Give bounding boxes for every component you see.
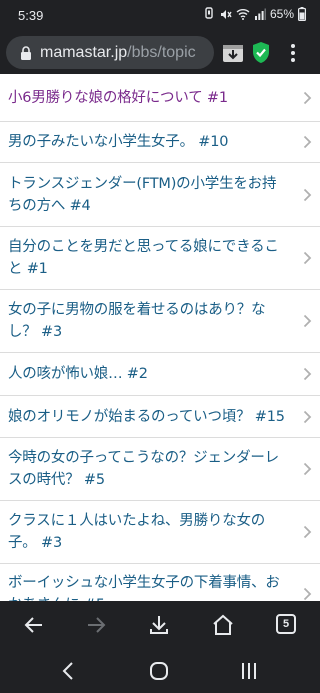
topic-title-link[interactable]: 今時の女の子ってこうなの？ジェンダーレスの時代？ #5 — [8, 447, 290, 491]
url-domain: mamastar.jp — [40, 43, 128, 61]
chevron-right-icon — [303, 91, 312, 104]
bottom-toolbar: 5 — [0, 601, 320, 649]
chevron-right-icon — [303, 587, 312, 600]
chevron-right-icon — [303, 367, 312, 381]
overflow-menu-icon[interactable] — [283, 42, 303, 64]
shield-check-icon[interactable] — [251, 41, 271, 64]
alarm-icon — [205, 7, 213, 19]
chevron-right-icon — [303, 462, 312, 476]
topic-list-item[interactable]: 小6男勝りな娘の格好について #1 — [0, 74, 320, 122]
topic-title-link[interactable]: 娘のオリモノが始まるのっていつ頃？ #15 — [8, 406, 285, 428]
status-icons: 65% — [203, 7, 306, 21]
wifi-icon — [236, 9, 250, 20]
address-bar[interactable]: mamastar.jp/bbs/topic — [6, 36, 214, 69]
topic-list-item[interactable]: ボーイッシュな小学生女子の下着事情、おかあさんに #5 — [0, 564, 320, 601]
tab-switcher-icon[interactable]: 5 — [276, 614, 296, 634]
system-navigation-bar — [0, 649, 320, 693]
status-bar: 5:39 65% — [0, 0, 320, 32]
topic-title-link[interactable]: 女の子に男物の服を着せるのはあり？なし？ #3 — [8, 299, 290, 343]
download-icon[interactable] — [147, 613, 171, 637]
topic-list-item[interactable]: トランスジェンダー(FTM)の小学生をお持ちの方へ #4 — [0, 163, 320, 227]
arrow-right-icon[interactable] — [84, 613, 108, 637]
topic-title-link[interactable]: トランスジェンダー(FTM)の小学生をお持ちの方へ #4 — [8, 173, 290, 217]
arrow-left-icon[interactable] — [22, 613, 46, 637]
topic-title-link[interactable]: 自分のことを男だと思ってる娘にできること #1 — [8, 236, 290, 280]
topic-title-link[interactable]: 男の子みたいな小学生女子。 #10 — [8, 131, 229, 153]
topic-list-item[interactable]: クラスに１人はいたよね、男勝りな女の子。 #3 — [0, 501, 320, 564]
battery-icon — [298, 7, 306, 21]
mute-icon — [220, 9, 232, 19]
chevron-right-icon — [303, 135, 312, 149]
chevron-right-icon — [303, 525, 312, 539]
topic-list-item[interactable]: 今時の女の子ってこうなの？ジェンダーレスの時代？ #5 — [0, 438, 320, 501]
status-time: 5:39 — [18, 8, 44, 23]
system-home-icon[interactable] — [149, 661, 169, 681]
signal-icon — [254, 8, 266, 20]
topic-title-link[interactable]: ボーイッシュな小学生女子の下着事情、おかあさんに #5 — [8, 572, 290, 602]
lock-icon[interactable] — [20, 45, 32, 60]
topic-title-link[interactable]: クラスに１人はいたよね、男勝りな女の子。 #3 — [8, 510, 290, 554]
chevron-right-icon — [303, 410, 312, 423]
home-icon[interactable] — [211, 613, 235, 637]
topic-list-item[interactable]: 女の子に男物の服を着せるのはあり？なし？ #3 — [0, 290, 320, 353]
browser-toolbar: mamastar.jp/bbs/topic — [0, 32, 320, 74]
battery-percent: 65% — [269, 7, 294, 21]
chevron-right-icon — [303, 251, 312, 265]
topic-list: 小6男勝りな娘の格好について #1 男の子みたいな小学生女子。 #10 トランスジェ… — [0, 74, 320, 601]
topic-list-item[interactable]: 自分のことを男だと思ってる娘にできること #1 — [0, 227, 320, 290]
recent-apps-icon[interactable] — [240, 663, 258, 679]
topic-title-link[interactable]: 小6男勝りな娘の格好について #1 — [8, 87, 228, 109]
chevron-right-icon — [303, 188, 312, 201]
offline-download-icon[interactable] — [222, 42, 244, 64]
system-back-icon[interactable] — [62, 662, 74, 680]
topic-list-item[interactable]: 娘のオリモノが始まるのっていつ頃？ #15 — [0, 396, 320, 438]
topic-title-link[interactable]: 人の咳が怖い娘… #2 — [8, 363, 148, 385]
url-text[interactable]: mamastar.jp/bbs/topic — [40, 44, 196, 62]
topic-list-item[interactable]: 男の子みたいな小学生女子。 #10 — [0, 122, 320, 163]
url-path: /bbs/topic — [127, 43, 196, 61]
topic-list-item[interactable]: 人の咳が怖い娘… #2 — [0, 353, 320, 396]
chevron-right-icon — [303, 314, 312, 328]
